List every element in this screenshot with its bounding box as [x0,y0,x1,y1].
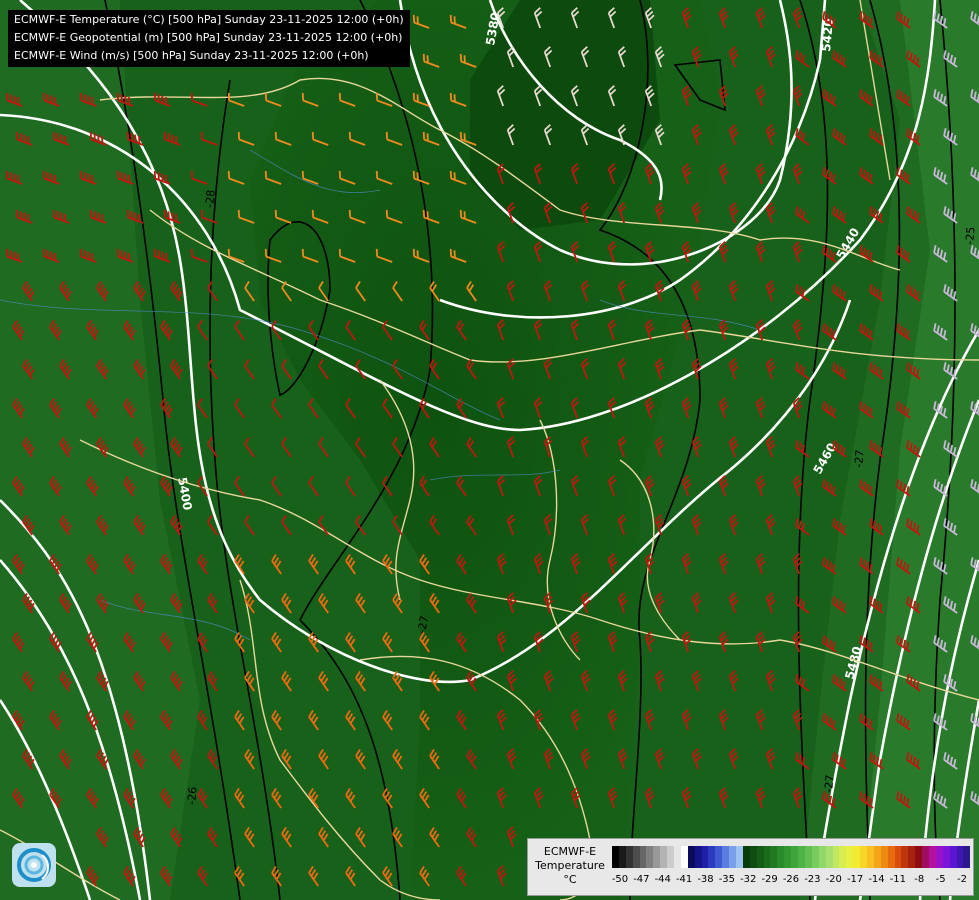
legend-swatch [742,846,750,868]
legend-swatch [777,846,785,868]
logo-svg [17,848,51,882]
title-geopotential: ECMWF-E Geopotential (m) [500 hPa] Sunda… [14,31,403,44]
legend-swatch [839,846,847,868]
legend-swatch [825,846,833,868]
legend-tick: -50 [611,874,629,885]
legend-swatch [887,846,895,868]
legend-swatch [818,846,826,868]
legend-swatch [632,846,640,868]
legend-tick: -8 [914,874,925,885]
legend-tick: -38 [697,874,714,885]
legend-swatch [942,846,950,868]
legend-swatch [708,846,716,868]
legend-swatch [798,846,805,868]
legend-swatch [901,846,909,868]
legend-swatch [949,846,957,868]
title-temperature: ECMWF-E Temperature (°C) [500 hPa] Sunda… [14,13,404,26]
legend-swatch [784,846,792,868]
legend-ticks: -50 -47 -44 -41 -38 -35 -32 -29 -26 -23 -20 -17 -14-… [612,874,970,890]
legend-swatch [694,846,702,868]
legend-swatch [928,846,936,868]
legend-swatch [873,846,881,868]
map-title-box: ECMWF-E Temperature (°C) [500 hPa] Sunda… [8,10,410,67]
legend-swatch [625,846,633,868]
legend-swatch [680,846,688,868]
legend-swatch [804,846,812,868]
legend-swatch [722,846,730,868]
legend-label: ECMWF-E Temperature °C [530,845,610,887]
legend-swatch [853,846,861,868]
legend-tick: -11 [889,874,907,885]
legend-swatch [618,846,626,868]
legend-swatch [660,846,668,868]
legend-swatch [935,846,943,868]
legend-swatch [749,846,757,868]
legend-variable: Temperature [535,859,605,872]
legend-swatch [715,846,723,868]
legend-tick: -41 [675,874,693,885]
legend-tick: -23 [804,874,821,885]
legend-swatch [653,846,661,868]
legend-tick: -47 [633,874,650,885]
legend-tick: -32 [740,874,757,885]
legend-swatch [922,846,929,868]
legend-swatch [736,846,743,868]
legend-swatch [963,846,971,868]
legend-swatch [701,846,709,868]
legend-tick: -35 [718,874,736,885]
label-t4: -26 [185,786,200,805]
legend-swatch [908,846,916,868]
legend-color-bar [612,846,971,868]
label-t2: -27 [852,449,867,468]
legend-tick: -5 [935,874,946,885]
legend-swatch [791,846,799,868]
legend-tick: -2 [957,874,967,885]
legend-tick: -26 [782,874,800,885]
legend-swatch [770,846,778,868]
legend-swatch [811,846,819,868]
ecmwf-swirl-icon[interactable] [12,843,56,887]
legend-tick: -20 [825,874,842,885]
legend-swatch [667,846,675,868]
legend-swatch [894,846,902,868]
legend-swatch [687,846,695,868]
legend-swatch [612,846,619,868]
legend-swatch [860,846,867,868]
legend-model: ECMWF-E [543,845,597,858]
label-t1: -28 [203,189,218,208]
legend-tick: -17 [846,874,864,885]
legend-swatch [639,846,647,868]
legend-swatch [646,846,654,868]
legend-swatch [729,846,737,868]
label-t3: -25 [963,226,978,245]
legend-swatch [915,846,923,868]
legend-swatch [674,846,681,868]
legend-swatch [956,846,964,868]
legend-swatch [846,846,854,868]
legend-swatch [866,846,874,868]
label-t6: -27 [822,774,837,793]
legend-swatch [756,846,764,868]
weather-map[interactable]: 5380 5420 5440 5460 5480 5400 -28 -27 -2… [0,0,979,900]
legend-swatch [832,846,840,868]
legend-swatch [880,846,888,868]
legend-tick: -14 [868,874,885,885]
title-wind: ECMWF-E Wind (m/s) [500 hPa] Sunday 23-1… [14,49,369,62]
temperature-legend: ECMWF-E Temperature °C -50 -47 -44 -41 -38 -3… [527,838,974,896]
legend-tick: -44 [654,874,671,885]
legend-swatch [763,846,771,868]
legend-tick: -29 [761,874,778,885]
legend-unit: °C [563,873,577,886]
